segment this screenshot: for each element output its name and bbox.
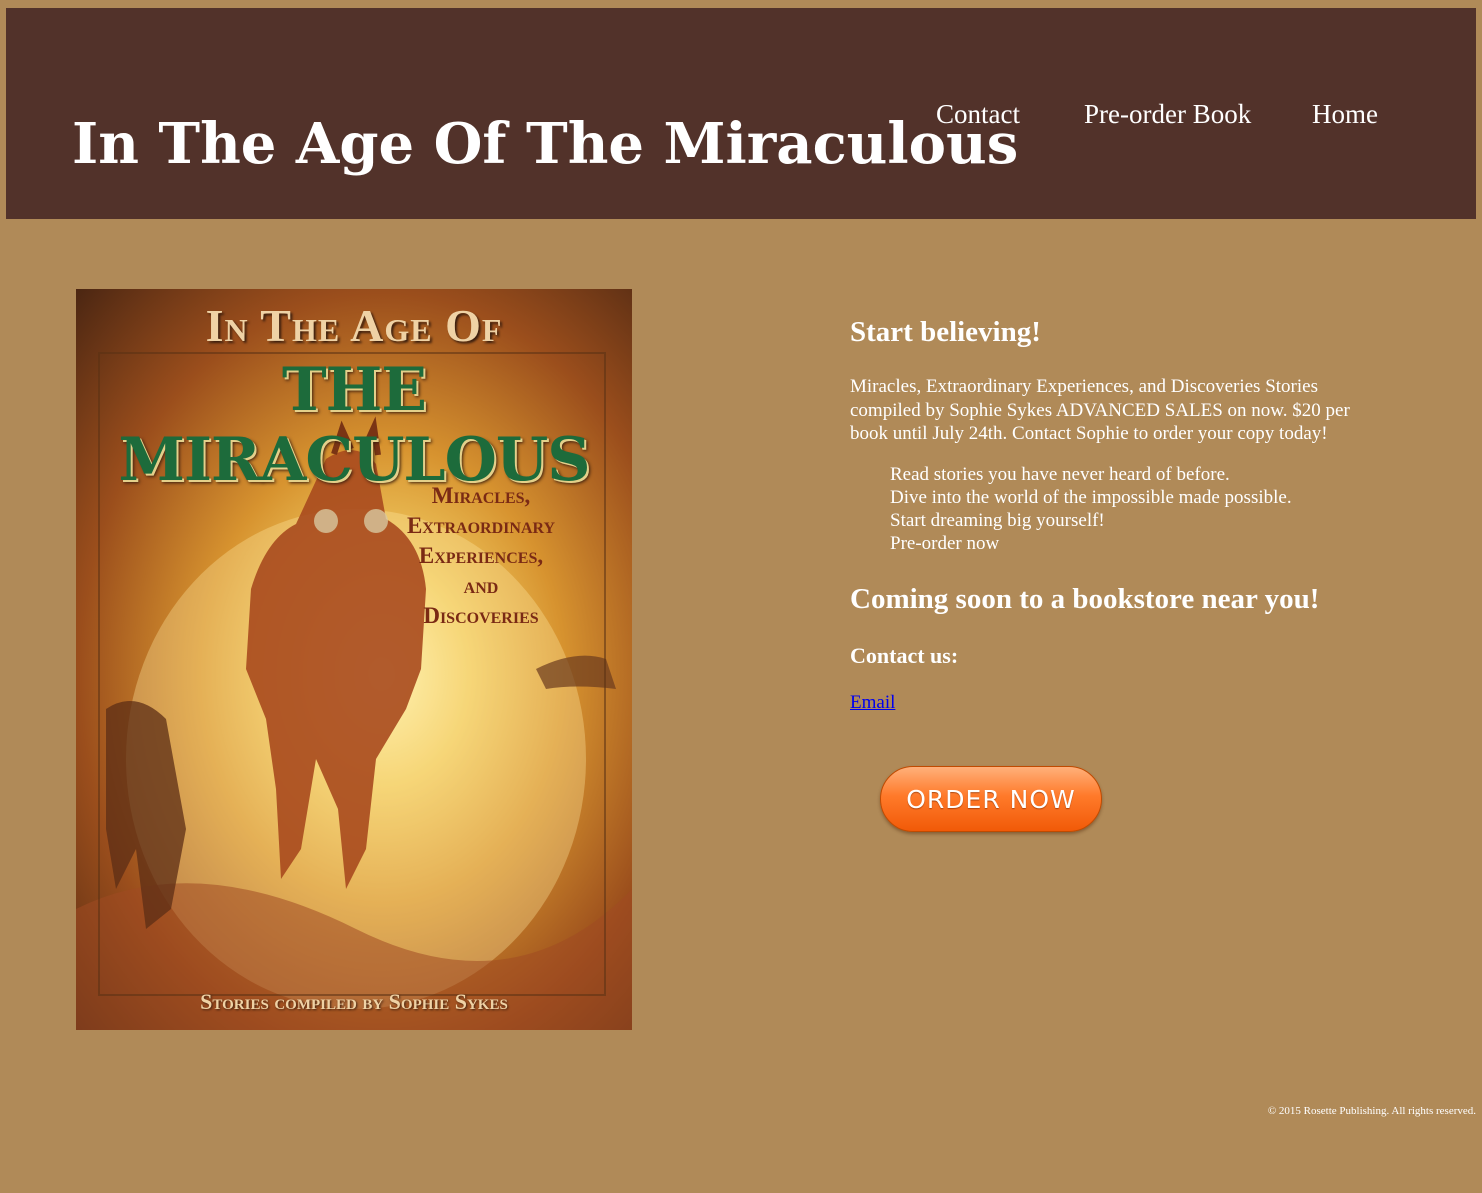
heading-start-believing: Start believing! — [850, 316, 1041, 348]
cover-subtitle-line: and — [463, 573, 499, 598]
heading-coming-soon: Coming soon to a bookstore near you! — [850, 583, 1320, 615]
feature-list: Read stories you have never heard of bef… — [890, 463, 1292, 555]
footer-copyright: © 2015 Rosette Publishing. All rights re… — [1267, 1105, 1476, 1117]
book-cover-image: In The Age Of THE MIRACULOUS Miracles, E… — [76, 289, 632, 1030]
list-item: Pre-order now — [890, 533, 1000, 554]
intro-paragraph: Miracles, Extraordinary Experiences, and… — [850, 376, 1350, 444]
cover-subtitle-line: Experiences, — [418, 543, 544, 568]
cover-subtitle-line: Discoveries — [423, 603, 539, 628]
heading-contact-us: Contact us: — [850, 643, 959, 668]
cover-subtitle: Miracles, Extraordinary Experiences, and… — [381, 481, 581, 631]
site-header: In The Age Of The Miraculous Contact Pre… — [6, 8, 1476, 219]
nav-preorder-link[interactable]: Pre-order Book — [1084, 96, 1251, 132]
cover-subtitle-line: Miracles, — [431, 483, 531, 508]
cover-credit: Stories compiled by Sophie Sykes — [200, 989, 508, 1014]
nav-contact-link[interactable]: Contact — [936, 96, 1020, 132]
list-item: Dive into the world of the impossible ma… — [890, 487, 1292, 508]
list-item: Start dreaming big yourself! — [890, 510, 1105, 531]
cover-title-main: THE MIRACULOUS — [118, 355, 590, 495]
email-link[interactable]: Email — [850, 692, 895, 714]
nav-home-link[interactable]: Home — [1312, 96, 1378, 132]
order-now-button[interactable]: ORDER NOW — [880, 766, 1102, 832]
main-nav: Contact Pre-order Book Home — [6, 96, 1476, 136]
cover-subtitle-line: Extraordinary — [406, 513, 556, 538]
cover-title-top: In The Age Of — [205, 300, 503, 351]
list-item: Read stories you have never heard of bef… — [890, 464, 1230, 485]
